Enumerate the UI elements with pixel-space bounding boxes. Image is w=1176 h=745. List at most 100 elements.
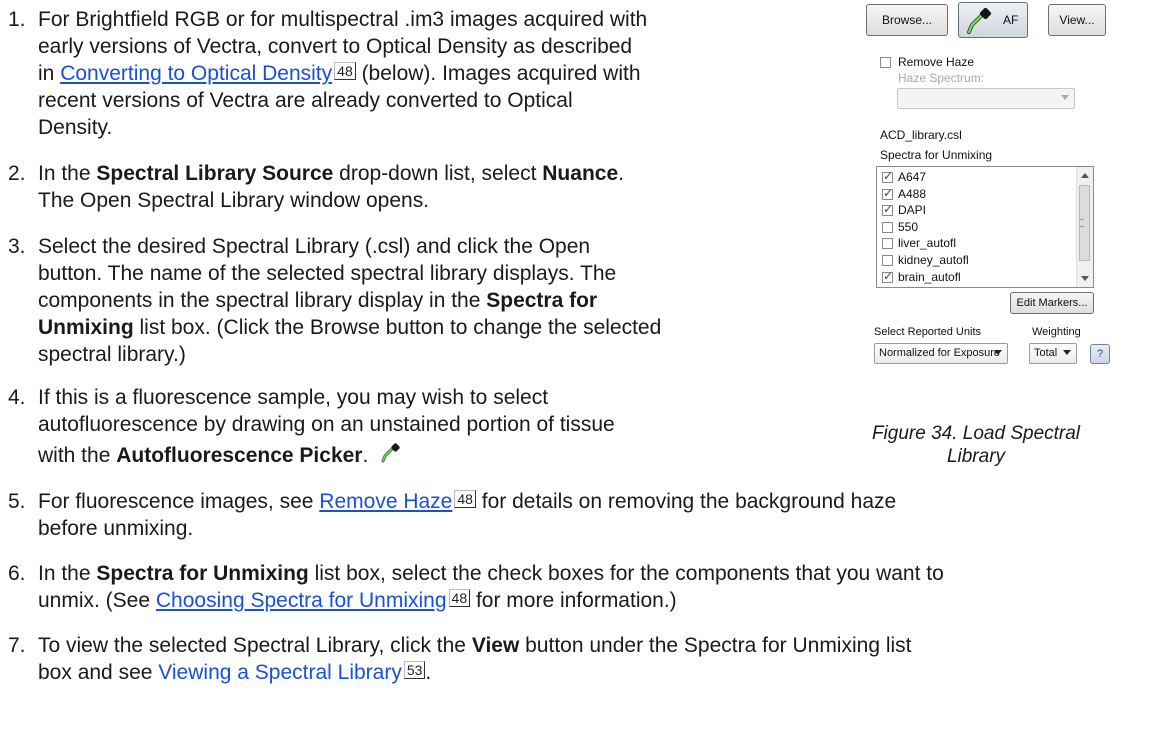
- text: In the: [38, 562, 97, 585]
- spectrum-name: A488: [898, 186, 927, 201]
- caption-line: Figure 34. Load Spectral: [871, 423, 1081, 444]
- step-line: For fluorescence images, see Remove Haze…: [38, 488, 1158, 515]
- page-ref[interactable]: 48: [448, 589, 471, 607]
- step-line: spectral library.): [38, 343, 186, 366]
- step-line: The Open Spectral Library window opens.: [38, 189, 430, 212]
- weighting-value: Total: [1034, 347, 1058, 359]
- browse-button[interactable]: Browse...: [866, 4, 948, 36]
- reported-units-select[interactable]: Normalized for Exposure: [874, 343, 1008, 364]
- text: For fluorescence images, see: [38, 490, 320, 513]
- step-line: with the Autofluorescence Picker.: [38, 442, 848, 469]
- step-number: 6.: [8, 562, 26, 585]
- step-number: 7.: [8, 634, 26, 657]
- step-line: If this is a fluorescence sample, you ma…: [38, 386, 549, 409]
- page-ref[interactable]: 48: [454, 490, 476, 508]
- step-line: In the Spectral Library Source drop-down…: [38, 160, 848, 187]
- spectrum-name: DAPI: [898, 203, 927, 218]
- page-ref[interactable]: 48: [334, 62, 356, 80]
- text: list box, select the check boxes for the…: [308, 562, 944, 585]
- step-line: Select the desired Spectral Library (.cs…: [38, 235, 591, 258]
- spectrum-checkbox[interactable]: [882, 238, 893, 250]
- step-line: button. The name of the selected spectra…: [38, 262, 617, 285]
- edit-markers-button[interactable]: Edit Markers...: [1010, 292, 1094, 314]
- bold-term: Unmixing: [38, 316, 134, 339]
- bold-term: Autofluorescence Picker: [116, 444, 363, 467]
- bold-term: Spectral Library Source: [96, 162, 334, 185]
- scroll-down-icon[interactable]: [1081, 276, 1089, 281]
- step-line: early versions of Vectra, convert to Opt…: [38, 35, 633, 58]
- text: for more information.): [470, 589, 677, 612]
- text: drop-down list, select: [333, 162, 543, 185]
- text: To view the selected Spectral Library, c…: [38, 634, 472, 657]
- link-viewing-a-spectral-library[interactable]: Viewing a Spectral Library: [158, 661, 402, 684]
- step-line: In the Spectra for Unmixing list box, se…: [38, 560, 1158, 587]
- reported-units-label: Select Reported Units: [874, 326, 981, 338]
- step-line: recent versions of Vectra are already co…: [38, 89, 573, 112]
- text: for details on removing the background h…: [475, 490, 897, 513]
- text: (below). Images acquired with: [355, 62, 641, 85]
- text: unmix. (See: [38, 589, 156, 612]
- remove-haze-label: Remove Haze: [898, 55, 975, 69]
- step-line: To view the selected Spectral Library, c…: [38, 632, 1158, 659]
- chevron-down-icon: [1061, 95, 1069, 100]
- text: .: [425, 661, 432, 684]
- weighting-label: Weighting: [1032, 326, 1081, 338]
- spectrum-checkbox[interactable]: [882, 269, 893, 283]
- text: in: [38, 62, 61, 85]
- grip-icon: [1080, 219, 1084, 227]
- spectrum-checkbox[interactable]: [882, 255, 893, 266]
- figure-caption: Figure 34. Load Spectral Library: [862, 422, 1090, 468]
- step-number: 4.: [8, 386, 26, 409]
- scroll-up-icon[interactable]: [1081, 173, 1089, 178]
- step-line: components in the spectral library displ…: [38, 287, 848, 314]
- spectrum-name: 550: [898, 219, 919, 234]
- bold-term: Spectra for Unmixing: [96, 562, 309, 585]
- text: list box. (Click the Browse button to ch…: [133, 316, 662, 339]
- weighting-select[interactable]: Total: [1029, 343, 1077, 364]
- remove-haze-checkbox[interactable]: [880, 57, 891, 68]
- step-line: in Converting to Optical Density 48 (belo…: [38, 60, 848, 87]
- spectrum-name: liver_autofl: [898, 236, 957, 251]
- spectra-for-unmixing-label: Spectra for Unmixing: [880, 148, 993, 162]
- af-label: AF: [1003, 13, 1019, 27]
- spectrum-checkbox[interactable]: [882, 186, 893, 200]
- eyedropper-icon: [965, 6, 995, 36]
- text: In the: [38, 162, 97, 185]
- load-spectral-library-panel: Browse... AF View... Remove Haze Haze Sp…: [862, 0, 1174, 400]
- haze-spectrum-select[interactable]: [897, 88, 1075, 109]
- link-choosing-spectra-for-unmixing[interactable]: Choosing Spectra for Unmixing: [156, 589, 447, 612]
- step-number: 2.: [8, 162, 26, 185]
- text: .: [362, 444, 369, 467]
- reported-units-value: Normalized for Exposure: [879, 347, 1001, 359]
- chevron-down-icon: [994, 350, 1002, 355]
- help-button[interactable]: ?: [1090, 344, 1110, 364]
- eyedropper-icon: [380, 442, 402, 464]
- step-line: box and see Viewing a Spectral Library 53…: [38, 659, 1158, 686]
- text: components in the spectral library displ…: [38, 289, 487, 312]
- step-line: Density.: [38, 116, 113, 139]
- step-line: before unmixing.: [38, 517, 194, 540]
- step-line: Unmixing list box. (Click the Browse but…: [38, 314, 848, 341]
- bold-term: Nuance: [542, 162, 619, 185]
- link-remove-haze[interactable]: Remove Haze: [319, 490, 452, 513]
- text: with the: [38, 444, 117, 467]
- library-name: ACD_library.csl: [880, 128, 962, 142]
- page-ref[interactable]: 53: [403, 661, 426, 679]
- link-converting-to-optical-density[interactable]: Converting to Optical Density: [60, 62, 332, 85]
- step-line: unmix. (See Choosing Spectra for Unmixin…: [38, 587, 1158, 614]
- chevron-down-icon: [1063, 350, 1071, 355]
- text: box and see: [38, 661, 159, 684]
- step-line: autofluorescence by drawing on an unstai…: [38, 413, 615, 436]
- bold-term: Spectra for: [486, 289, 598, 312]
- view-button[interactable]: View...: [1048, 4, 1106, 36]
- autofluorescence-picker-button[interactable]: AF: [958, 2, 1028, 38]
- step-number: 3.: [8, 235, 26, 258]
- spectrum-checkbox[interactable]: [882, 221, 893, 233]
- text: .: [618, 162, 624, 185]
- scrollbar[interactable]: [1076, 167, 1093, 287]
- spectrum-checkbox[interactable]: [882, 169, 893, 183]
- spectra-listbox[interactable]: A647 A488 DAPI550 liver_autofl kidney_autofl…: [876, 166, 1094, 288]
- spectrum-checkbox[interactable]: [882, 202, 893, 217]
- spectrum-name: brain_autofl: [898, 269, 961, 284]
- step-number: 1.: [8, 8, 26, 31]
